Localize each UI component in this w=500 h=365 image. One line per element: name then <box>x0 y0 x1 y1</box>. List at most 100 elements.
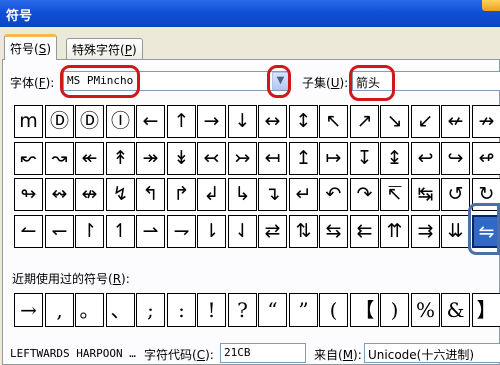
recent-symbol-cell[interactable]: ( <box>319 293 348 327</box>
symbol-cell[interactable]: ↢ <box>197 142 226 175</box>
symbol-cell[interactable]: ⇊ <box>441 215 470 248</box>
recent-symbol-cell[interactable]: → <box>14 293 43 327</box>
window-title: 符号 <box>6 9 33 24</box>
symbol-cell[interactable]: ⇈ <box>380 215 409 248</box>
symbol-cell[interactable]: ↔ <box>258 105 287 138</box>
tab-symbols-suffix: ) <box>46 42 51 56</box>
recent-symbol-cell[interactable]: ) <box>380 293 409 327</box>
symbol-cell[interactable]: ⇂ <box>197 215 226 248</box>
char-code-field[interactable]: 21CB <box>220 343 306 363</box>
recent-symbol-cell[interactable]: ; <box>136 293 165 327</box>
symbol-cell[interactable]: ↦ <box>319 142 348 175</box>
symbol-cell[interactable]: ⇇ <box>350 215 379 248</box>
code-label-key: C <box>196 348 206 362</box>
recent-symbol-cell[interactable]: % <box>411 293 440 327</box>
tab-special-key: P <box>124 43 132 57</box>
symbol-cell[interactable]: ↟ <box>106 142 135 175</box>
symbol-cell[interactable]: ↪ <box>441 142 470 175</box>
symbol-cell[interactable]: ⇄ <box>258 215 287 248</box>
symbol-cell[interactable]: ↨ <box>380 142 409 175</box>
from-label-post: ): <box>353 348 362 362</box>
symbol-cell[interactable]: ↴ <box>258 178 287 211</box>
title-bar: 符号 <box>0 0 500 27</box>
minimize-button[interactable] <box>482 0 500 11</box>
symbol-cell[interactable]: ⇁ <box>167 215 196 248</box>
symbol-cell[interactable]: ↛ <box>472 105 500 138</box>
recent-symbol-cell[interactable]: 、 <box>106 293 135 327</box>
recent-symbol-cell[interactable]: , <box>45 293 74 327</box>
recent-symbol-cell[interactable]: 】 <box>472 293 500 327</box>
symbol-cell[interactable]: ↮ <box>75 178 104 211</box>
subset-label-pre: 子集( <box>302 76 331 90</box>
symbol-cell[interactable]: m <box>14 105 43 138</box>
font-label-post: ): <box>45 76 55 90</box>
recent-symbol-cell[interactable]: 。 <box>75 293 104 327</box>
symbol-cell[interactable]: ↽ <box>45 215 74 248</box>
from-label-pre: 来自( <box>314 348 343 362</box>
tab-special-chars[interactable]: 特殊字符(P) <box>66 38 143 59</box>
font-label: 字体(F): <box>10 74 54 91</box>
recent-symbol-cell[interactable]: “ <box>258 293 287 327</box>
symbol-cell[interactable]: ⇃ <box>228 215 257 248</box>
recent-symbol-cell[interactable]: & <box>441 293 470 327</box>
symbol-cell[interactable]: ↗ <box>350 105 379 138</box>
symbol-cell[interactable]: ↭ <box>45 178 74 211</box>
recent-symbol-cell[interactable]: 【 <box>350 293 379 327</box>
symbol-cell[interactable]: Ⓓ <box>75 105 104 138</box>
symbol-cell[interactable]: ↩ <box>411 142 440 175</box>
recent-symbol-cell[interactable]: ! <box>197 293 226 327</box>
symbol-cell[interactable]: ↺ <box>441 178 470 211</box>
symbol-cell[interactable]: ↫ <box>472 142 500 175</box>
symbol-cell[interactable]: ↓ <box>228 105 257 138</box>
recent-label: 近期使用过的符号(R): <box>12 270 130 287</box>
symbol-cell[interactable]: ↘ <box>380 105 409 138</box>
symbol-cell[interactable]: ↬ <box>14 178 43 211</box>
symbol-cell[interactable]: ← <box>136 105 165 138</box>
symbol-cell[interactable]: ⇀ <box>136 215 165 248</box>
symbol-cell[interactable]: ↳ <box>228 178 257 211</box>
symbol-cell[interactable]: ↡ <box>167 142 196 175</box>
recent-label-pre: 近期使用过的符号( <box>12 272 113 286</box>
subset-highlight-ring <box>349 65 395 101</box>
symbol-cell[interactable]: ↖ <box>319 105 348 138</box>
symbol-cell[interactable]: ↲ <box>197 178 226 211</box>
symbol-cell[interactable]: ↤ <box>258 142 287 175</box>
symbol-cell[interactable]: ↾ <box>75 215 104 248</box>
symbol-cell[interactable]: ↕ <box>289 105 318 138</box>
symbol-cell[interactable]: ↝ <box>45 142 74 175</box>
symbol-cell[interactable]: ↿ <box>106 215 135 248</box>
char-code-value: 21CB <box>224 346 251 359</box>
symbol-cell[interactable]: Ⓓ <box>45 105 74 138</box>
symbol-cell[interactable]: ↵ <box>289 178 318 211</box>
recent-symbol-cell[interactable]: ? <box>228 293 257 327</box>
symbol-cell[interactable]: ↶ <box>319 178 348 211</box>
recent-symbol-cell[interactable]: ” <box>289 293 318 327</box>
symbol-cell[interactable]: ↯ <box>106 178 135 211</box>
symbol-cell[interactable]: ↧ <box>350 142 379 175</box>
tab-symbols[interactable]: 符号(S) <box>4 34 57 60</box>
symbol-cell[interactable]: ↙ <box>411 105 440 138</box>
symbol-cell[interactable]: ↷ <box>350 178 379 211</box>
symbol-cell[interactable]: ↹ <box>411 178 440 211</box>
symbol-cell[interactable]: ⇉ <box>411 215 440 248</box>
symbol-cell[interactable]: → <box>197 105 226 138</box>
symbol-cell[interactable]: ↸ <box>380 178 409 211</box>
symbol-cell[interactable]: ⇆ <box>319 215 348 248</box>
symbol-cell[interactable]: ↚ <box>441 105 470 138</box>
symbol-cell[interactable]: ↱ <box>167 178 196 211</box>
tab-special-suffix: ) <box>131 43 137 57</box>
symbol-cell[interactable]: Ⓘ <box>106 105 135 138</box>
char-name: LEFTWARDS HARPOON … <box>10 347 136 360</box>
symbol-cell[interactable]: ↜ <box>14 142 43 175</box>
symbol-cell[interactable]: ⇅ <box>289 215 318 248</box>
symbol-cell[interactable]: ↠ <box>136 142 165 175</box>
symbol-cell[interactable]: ↞ <box>75 142 104 175</box>
symbol-cell[interactable]: ↼ <box>14 215 43 248</box>
symbol-cell[interactable]: ↰ <box>136 178 165 211</box>
recent-symbol-cell[interactable]: : <box>167 293 196 327</box>
symbol-cell[interactable]: ↑ <box>167 105 196 138</box>
symbol-cell[interactable]: ↣ <box>228 142 257 175</box>
symbol-cell[interactable]: ↥ <box>289 142 318 175</box>
from-select[interactable]: Unicode(十六进制) <box>364 343 500 363</box>
subset-label-post: ): <box>339 76 349 90</box>
